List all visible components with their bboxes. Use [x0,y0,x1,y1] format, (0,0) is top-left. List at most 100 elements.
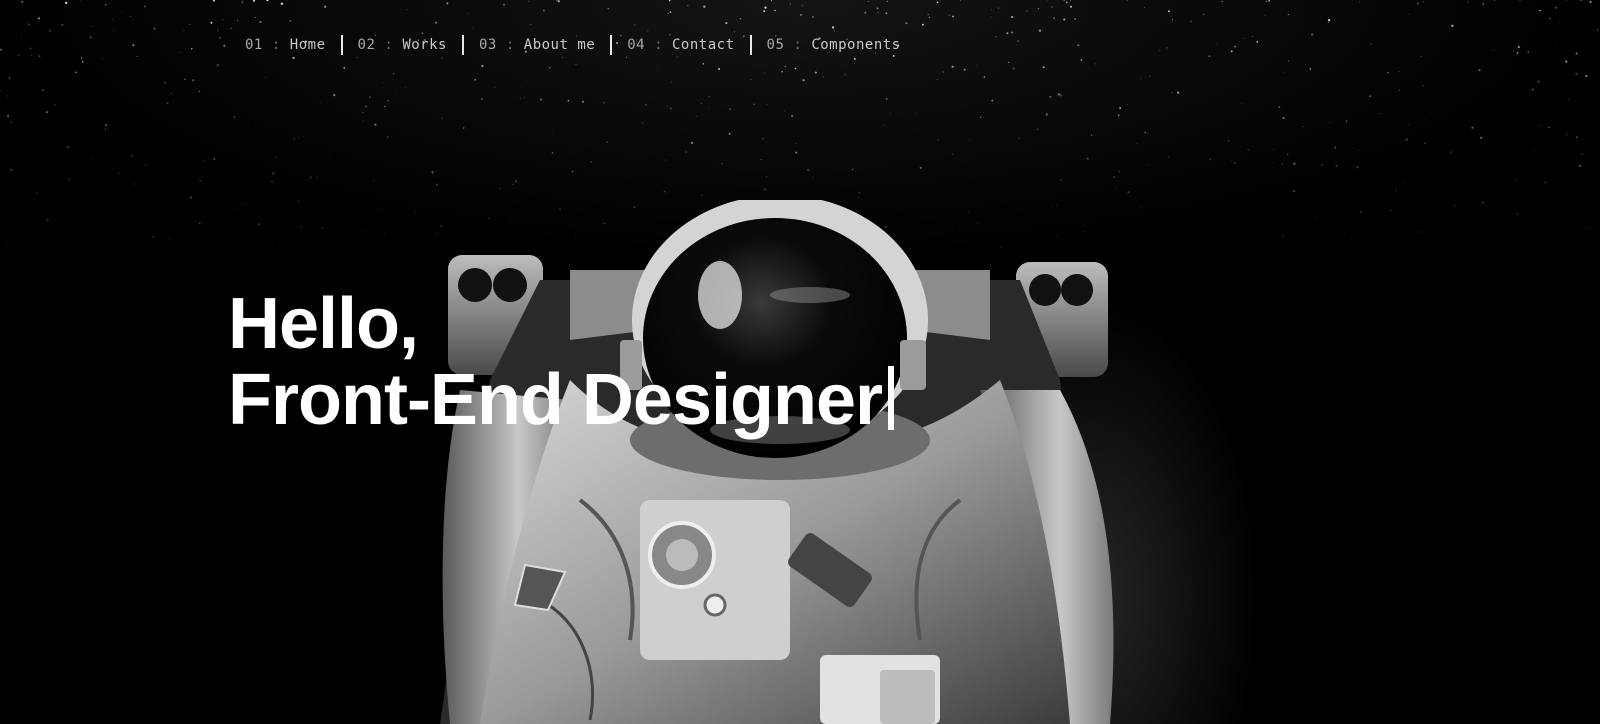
star [1398,89,1400,92]
star [1063,0,1066,1]
star [1065,1,1068,4]
star [853,57,856,61]
star [1136,143,1138,145]
star [1281,234,1284,238]
nav-item-contact[interactable]: 04: Contact [612,34,749,56]
star [1454,167,1456,169]
star [1251,36,1253,38]
star [885,97,888,100]
star [1293,162,1296,165]
nav-item-separator: : [793,37,803,53]
star [1177,91,1180,94]
star [17,54,20,57]
star [164,81,167,84]
star [1409,13,1410,15]
star [1538,124,1540,126]
star [1046,0,1048,1]
star [271,244,274,246]
star [1519,168,1521,170]
star [809,170,811,172]
star [1149,75,1151,77]
star [130,16,132,18]
star [271,180,273,183]
star [1203,13,1205,15]
star [244,203,246,205]
star [316,176,318,178]
star [1575,72,1578,75]
star [1422,1,1424,3]
star [1533,151,1535,153]
star [763,188,766,191]
star [1516,51,1519,54]
star [499,187,501,190]
star [1565,60,1568,63]
star [728,108,732,111]
nav-item-separator: : [384,37,394,53]
star [1566,0,1567,1]
star [557,0,561,3]
star [1575,136,1578,139]
star [298,137,300,139]
star [179,52,181,53]
star [701,194,703,197]
star [1234,45,1236,48]
star [202,159,205,162]
star [1144,7,1146,9]
star [889,112,891,114]
nav-item-number: 03 [478,37,497,53]
star [1534,197,1536,199]
star [468,12,470,14]
star [1243,38,1244,39]
star [324,5,327,8]
star [1387,72,1389,74]
star [368,96,372,99]
star [548,66,551,69]
star [607,7,610,10]
star [1278,106,1281,109]
star [1144,131,1146,134]
nav-item-components[interactable]: 05: Components [752,34,916,56]
star [1558,21,1560,23]
star [567,99,570,102]
nav-item-home[interactable]: 01: Home [231,34,341,56]
hero-greeting: Hello, [228,284,419,364]
star [170,93,173,95]
star [1539,9,1541,12]
star [1516,212,1519,215]
star [1051,6,1053,8]
star [481,64,484,68]
star [991,9,992,11]
star [795,142,797,145]
nav-item-about[interactable]: 03: About me [464,34,610,56]
star [1493,0,1496,1]
star [1221,0,1223,3]
star [1053,17,1056,20]
star [665,159,667,161]
star [781,70,783,73]
star [1527,51,1529,53]
star [1017,40,1019,42]
star [5,241,7,244]
star [384,231,386,233]
star [905,22,908,25]
star [383,82,384,83]
star [886,0,888,2]
star [480,97,483,100]
star [361,111,364,114]
star [133,183,135,185]
star [603,101,605,104]
star [1580,0,1582,1]
star [995,36,997,38]
star [562,57,564,58]
star [1565,133,1568,136]
nav-item-separator: : [654,37,663,53]
star [1531,88,1534,91]
star [310,176,312,179]
star [1586,227,1588,229]
star [647,29,649,32]
star [789,3,791,5]
star [1581,153,1584,155]
nav-item-works[interactable]: 02: Works [343,34,462,56]
star [1117,114,1120,117]
star [153,27,156,30]
